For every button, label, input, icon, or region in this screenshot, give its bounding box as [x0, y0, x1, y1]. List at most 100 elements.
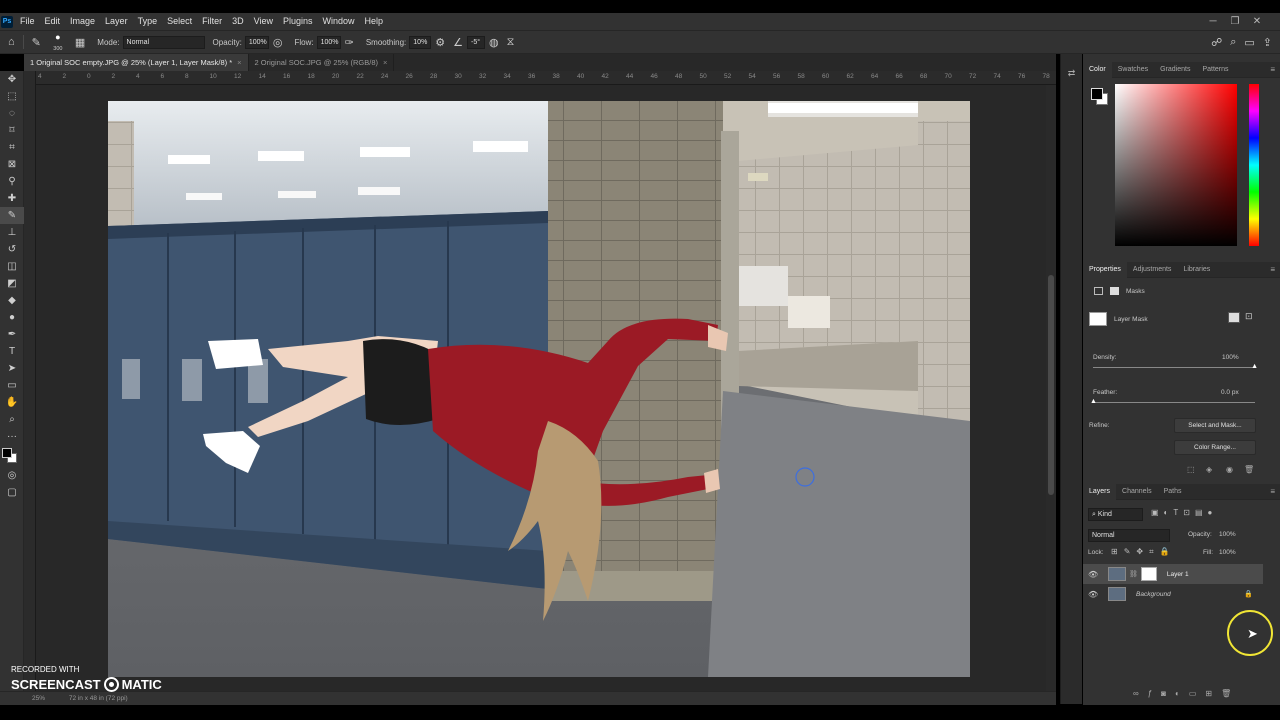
airbrush-icon[interactable]: ✑	[345, 36, 354, 49]
menu-file[interactable]: File	[15, 13, 40, 30]
feather-slider[interactable]: ▲	[1090, 398, 1255, 405]
layer-mask-thumbnail[interactable]	[1140, 567, 1157, 581]
mode-select[interactable]: Normal	[122, 35, 205, 49]
dodge-tool-icon[interactable]: ●	[0, 309, 24, 326]
rectangle-tool-icon[interactable]: ▭	[0, 377, 24, 394]
tab-patterns[interactable]: Patterns	[1196, 62, 1234, 78]
layer-name[interactable]: Background	[1136, 591, 1171, 598]
menu-image[interactable]: Image	[65, 13, 100, 30]
brush-tool-icon[interactable]: ✎	[0, 207, 24, 224]
collapse-panel-icon[interactable]: ⇄	[1061, 68, 1082, 79]
feather-slider-handle[interactable]: ▲	[1090, 398, 1097, 405]
smoothing-options-gear-icon[interactable]: ⚙	[435, 36, 445, 49]
search-icon[interactable]: ⌕	[1230, 36, 1236, 49]
panel-menu-icon[interactable]: ≡	[1270, 65, 1275, 74]
disable-mask-icon[interactable]: ◉	[1226, 465, 1233, 474]
restore-window-icon[interactable]: ❐	[1224, 13, 1246, 30]
select-pixel-mask-icon[interactable]	[1228, 312, 1240, 323]
move-tool-icon[interactable]: ✥	[0, 71, 24, 88]
close-window-icon[interactable]: ✕	[1246, 13, 1268, 30]
zoom-tool-icon[interactable]: ⌕	[0, 411, 24, 428]
scroll-thumb[interactable]	[1048, 275, 1054, 495]
hue-slider[interactable]	[1249, 84, 1259, 246]
hand-tool-icon[interactable]: ✋	[0, 394, 24, 411]
tab-gradients[interactable]: Gradients	[1154, 62, 1196, 78]
fg-color-chip[interactable]	[1091, 88, 1103, 100]
color-range-button[interactable]: Color Range...	[1174, 440, 1256, 455]
color-field[interactable]	[1115, 84, 1237, 246]
type-tool-icon[interactable]: T	[0, 343, 24, 360]
screen-mode-icon[interactable]: ▢	[0, 484, 24, 501]
menu-type[interactable]: Type	[133, 13, 163, 30]
density-value[interactable]: 100%	[1222, 354, 1239, 361]
angle-input[interactable]: -5°	[467, 35, 486, 49]
close-tab-icon[interactable]: ×	[383, 58, 387, 67]
menu-edit[interactable]: Edit	[40, 13, 66, 30]
chain-link-icon[interactable]: ⛓	[1129, 570, 1138, 578]
menu-help[interactable]: Help	[360, 13, 389, 30]
density-slider[interactable]: ▲	[1093, 363, 1258, 370]
add-mask-icon[interactable]: ◙	[1161, 689, 1175, 698]
foreground-color-swatch[interactable]	[2, 448, 12, 458]
opacity-input[interactable]: 100%	[244, 35, 269, 49]
blend-mode-select[interactable]: Normal	[1088, 529, 1170, 542]
marquee-tool-icon[interactable]: ⬚	[0, 88, 24, 105]
tab-color[interactable]: Color	[1083, 61, 1112, 78]
tab-layers[interactable]: Layers	[1083, 483, 1117, 500]
tab-paths[interactable]: Paths	[1158, 484, 1188, 500]
layer-row-layer-1[interactable]: 👁 ⛓ Layer 1	[1083, 564, 1263, 584]
workspace-icon[interactable]: ▭	[1244, 36, 1254, 49]
layer-row-background[interactable]: 👁 Background 🔒	[1083, 584, 1263, 604]
menu-filter[interactable]: Filter	[197, 13, 227, 30]
density-slider-handle[interactable]: ▲	[1251, 363, 1258, 370]
pressure-size-icon[interactable]: ◍	[489, 36, 499, 49]
layer-name[interactable]: Layer 1	[1167, 571, 1189, 578]
menu-3d[interactable]: 3D	[227, 13, 249, 30]
link-layers-icon[interactable]: ∞	[1133, 689, 1148, 698]
share-icon[interactable]: ☍	[1211, 36, 1222, 49]
panel-menu-icon[interactable]: ≡	[1270, 487, 1275, 496]
foreground-background-colors[interactable]	[0, 445, 23, 467]
lasso-tool-icon[interactable]: ◌	[0, 105, 24, 122]
layer-filter-kind-select[interactable]: ⌕ Kind	[1088, 508, 1143, 521]
adjustment-layer-icon[interactable]: ◐	[1175, 689, 1189, 698]
menu-layer[interactable]: Layer	[100, 13, 133, 30]
home-icon[interactable]: ⌂	[8, 36, 15, 48]
history-brush-tool-icon[interactable]: ↺	[0, 241, 24, 258]
layer-opacity-value[interactable]: 100%	[1219, 531, 1236, 538]
more-tools-icon[interactable]: ···	[0, 428, 24, 445]
tab-document-2[interactable]: 2 Original SOC.JPG @ 25% (RGB/8) ×	[249, 54, 395, 71]
gradient-tool-icon[interactable]: ◩	[0, 275, 24, 292]
menu-window[interactable]: Window	[318, 13, 360, 30]
apply-mask-icon[interactable]: ◈	[1206, 465, 1212, 474]
tab-properties[interactable]: Properties	[1083, 261, 1127, 278]
path-selection-tool-icon[interactable]: ➤	[0, 360, 24, 377]
canvas-vertical-scrollbar[interactable]	[1046, 85, 1056, 691]
delete-layer-icon[interactable]: 🗑	[1221, 689, 1240, 698]
new-layer-icon[interactable]: ⊞	[1205, 689, 1221, 698]
quick-selection-tool-icon[interactable]: ⌑	[0, 122, 24, 139]
pen-tool-icon[interactable]: ✒	[0, 326, 24, 343]
export-icon[interactable]: ⇪	[1263, 36, 1272, 49]
tab-adjustments[interactable]: Adjustments	[1127, 262, 1178, 278]
eyedropper-tool-icon[interactable]: ⚲	[0, 173, 24, 190]
tab-channels[interactable]: Channels	[1116, 484, 1158, 500]
zoom-level[interactable]: 25%	[32, 695, 45, 702]
quick-mask-icon[interactable]: ◎	[0, 467, 24, 484]
clone-stamp-tool-icon[interactable]: ⊥	[0, 224, 24, 241]
panel-menu-icon[interactable]: ≡	[1270, 265, 1275, 274]
lock-icons-row[interactable]: ⊞✎✥⌗🔒	[1111, 547, 1176, 557]
delete-mask-icon[interactable]: 🗑	[1244, 465, 1254, 474]
menu-view[interactable]: View	[249, 13, 278, 30]
menu-plugins[interactable]: Plugins	[278, 13, 318, 30]
fill-value[interactable]: 100%	[1219, 549, 1236, 556]
layer-lock-icon[interactable]: 🔒	[1244, 590, 1253, 598]
fx-icon[interactable]: ƒ	[1148, 689, 1161, 698]
new-group-icon[interactable]: ▭	[1189, 689, 1206, 698]
crop-tool-icon[interactable]: ⌗	[0, 139, 24, 156]
tab-document-1[interactable]: 1 Original SOC empty.JPG @ 25% (Layer 1,…	[24, 54, 249, 71]
smoothing-input[interactable]: 10%	[409, 35, 432, 49]
pressure-opacity-icon[interactable]: ◎	[273, 36, 283, 49]
visibility-eye-icon[interactable]: 👁	[1088, 590, 1102, 599]
blur-tool-icon[interactable]: ◆	[0, 292, 24, 309]
